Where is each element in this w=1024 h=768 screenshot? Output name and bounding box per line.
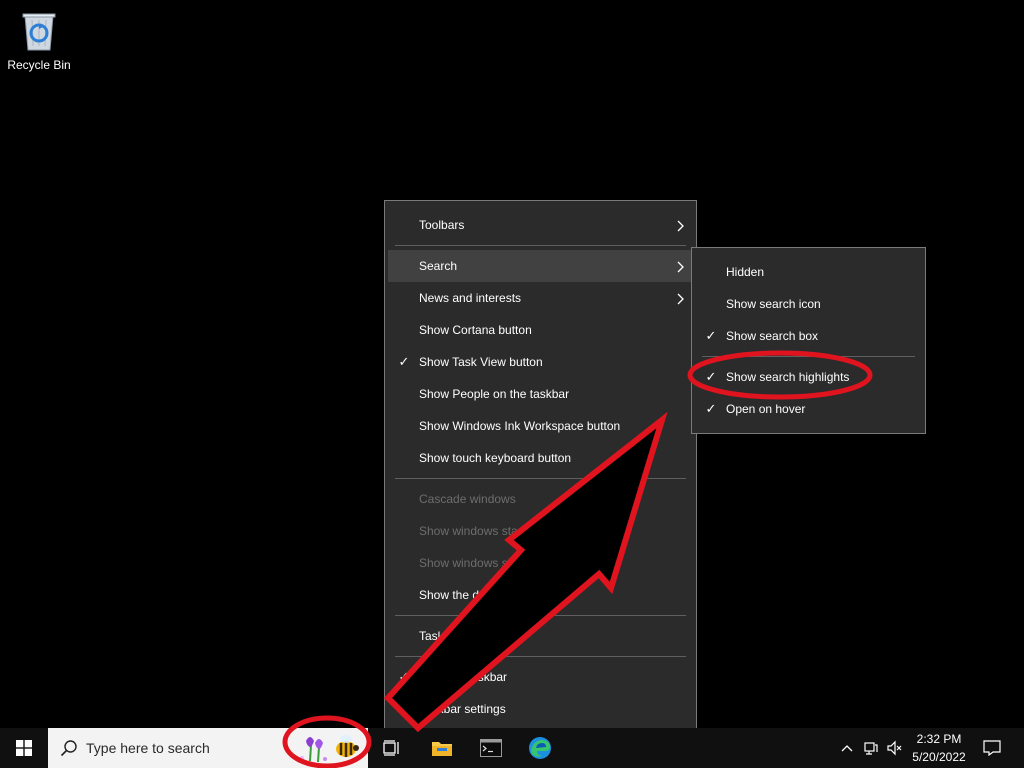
menu-item-task-manager[interactable]: Task Manager <box>385 620 696 652</box>
file-explorer-icon <box>432 742 452 756</box>
menu-separator <box>395 656 686 657</box>
search-icon <box>60 740 77 757</box>
menu-separator <box>395 615 686 616</box>
menu-item-label: Show search box <box>726 329 819 343</box>
menu-item-label: Task Manager <box>419 629 495 643</box>
windows-start-icon <box>16 740 32 756</box>
taskbar: Type here to search 2:32 PM 5/20/2022 <box>0 728 1024 768</box>
search-placeholder: Type here to search <box>86 740 210 756</box>
recycle-bin-label: Recycle Bin <box>7 58 71 72</box>
menu-item-taskbar-settings[interactable]: ⚙ Taskbar settings <box>385 693 696 725</box>
recycle-bin-shortcut[interactable]: Recycle Bin <box>6 8 72 72</box>
submenu-item-hidden[interactable]: Hidden <box>692 256 925 288</box>
chevron-right-icon <box>676 282 686 314</box>
submenu-item-show-search-highlights[interactable]: ✓ Show search highlights <box>692 361 925 393</box>
menu-item-label: Show Cortana button <box>419 323 532 337</box>
menu-item-label: News and interests <box>419 291 522 305</box>
chevron-right-icon <box>676 209 686 241</box>
chevron-right-icon <box>676 250 686 282</box>
task-view-button[interactable] <box>372 728 412 768</box>
start-button[interactable] <box>0 728 48 768</box>
clock-time: 2:32 PM <box>916 732 962 746</box>
menu-item-show-windows-stacked: Show windows stacked <box>385 515 696 547</box>
submenu-item-show-search-box[interactable]: ✓ Show search box <box>692 320 925 352</box>
menu-item-toolbars[interactable]: Toolbars <box>385 209 696 241</box>
menu-item-show-the-desktop[interactable]: Show the desktop <box>385 579 696 611</box>
notification-icon <box>983 740 1001 756</box>
network-icon <box>864 742 878 755</box>
menu-item-search[interactable]: Search <box>388 250 693 282</box>
menu-item-label: Show search highlights <box>726 370 850 384</box>
desktop: Recycle Bin Toolbars Search News and int… <box>0 0 1024 768</box>
menu-item-show-people[interactable]: Show People on the taskbar <box>385 378 696 410</box>
volume-muted-icon <box>887 740 902 756</box>
menu-item-label: Show windows stacked <box>419 524 544 538</box>
menu-item-label: Toolbars <box>419 218 465 232</box>
menu-item-news-and-interests[interactable]: News and interests <box>385 282 696 314</box>
menu-item-label: Taskbar settings <box>419 702 506 716</box>
menu-item-label: Search <box>419 259 458 273</box>
menu-item-label: Show Task View button <box>419 355 543 369</box>
menu-item-label: Show the desktop <box>419 588 515 602</box>
edge-button[interactable] <box>520 728 560 768</box>
gear-icon: ⚙ <box>398 701 410 716</box>
menu-item-label: Cascade windows <box>419 492 516 506</box>
taskbar-search-box[interactable]: Type here to search <box>48 728 368 768</box>
submenu-item-show-search-icon[interactable]: Show search icon <box>692 288 925 320</box>
menu-item-label: Open on hover <box>726 402 806 416</box>
menu-item-show-windows-ink[interactable]: Show Windows Ink Workspace button <box>385 410 696 442</box>
file-explorer-button[interactable] <box>422 728 462 768</box>
menu-item-show-cortana-button[interactable]: Show Cortana button <box>385 314 696 346</box>
menu-separator <box>702 356 915 357</box>
menu-item-lock-the-taskbar[interactable]: ✓ Lock the taskbar <box>385 661 696 693</box>
chevron-up-icon <box>841 745 853 752</box>
clock-date: 5/20/2022 <box>912 750 966 764</box>
volume-button[interactable] <box>883 728 905 768</box>
checkmark-icon: ✓ <box>705 328 717 343</box>
taskbar-clock[interactable]: 2:32 PM 5/20/2022 <box>904 730 974 766</box>
submenu-item-open-on-hover[interactable]: ✓ Open on hover <box>692 393 925 425</box>
menu-item-show-task-view-button[interactable]: ✓ Show Task View button <box>385 346 696 378</box>
search-submenu: Hidden Show search icon ✓ Show search bo… <box>691 247 926 434</box>
taskbar-context-menu: Toolbars Search News and interests Show … <box>384 200 697 734</box>
menu-item-show-windows-side-by-side: Show windows side by side <box>385 547 696 579</box>
network-button[interactable] <box>860 728 882 768</box>
menu-item-label: Hidden <box>726 265 765 279</box>
menu-item-label: Show People on the taskbar <box>419 387 570 401</box>
menu-item-label: Lock the taskbar <box>419 670 508 684</box>
recycle-bin-icon <box>22 13 56 51</box>
checkmark-icon: ✓ <box>398 669 410 684</box>
command-prompt-icon <box>480 739 502 757</box>
edge-icon <box>529 737 551 759</box>
menu-separator <box>395 478 686 479</box>
checkmark-icon: ✓ <box>705 369 717 384</box>
menu-separator <box>395 245 686 246</box>
action-center-button[interactable] <box>976 728 1008 768</box>
menu-item-label: Show Windows Ink Workspace button <box>419 419 621 433</box>
search-highlight-flowers-bee-icon[interactable] <box>294 731 364 765</box>
checkmark-icon: ✓ <box>705 401 717 416</box>
menu-item-label: Show search icon <box>726 297 821 311</box>
menu-item-cascade-windows: Cascade windows <box>385 483 696 515</box>
menu-item-label: Show windows side by side <box>419 556 566 570</box>
task-view-icon <box>383 740 399 756</box>
checkmark-icon: ✓ <box>398 354 410 369</box>
show-hidden-icons-button[interactable] <box>836 728 858 768</box>
command-prompt-button[interactable] <box>471 728 511 768</box>
menu-item-label: Show touch keyboard button <box>419 451 572 465</box>
menu-item-show-touch-keyboard[interactable]: Show touch keyboard button <box>385 442 696 474</box>
